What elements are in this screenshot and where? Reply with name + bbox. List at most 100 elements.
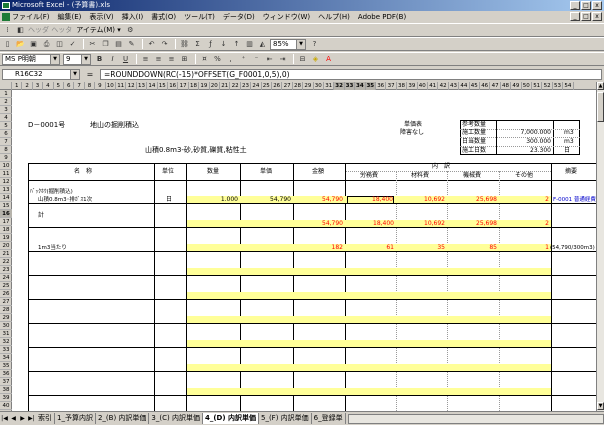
formula-input[interactable]: =ROUNDDOWN(RC(-15)*OFFSET(G_F0001,0,5),0… — [100, 69, 602, 80]
menu-view[interactable]: 表示(V) — [89, 12, 113, 22]
column-header[interactable]: 35 — [365, 82, 376, 90]
scroll-thumb[interactable] — [597, 92, 604, 122]
column-header[interactable]: 46 — [480, 82, 491, 90]
row-header[interactable]: 21 — [0, 250, 12, 258]
column-header[interactable]: 44 — [459, 82, 470, 90]
row-header[interactable]: 22 — [0, 258, 12, 266]
row-header[interactable]: 30 — [0, 322, 12, 330]
column-header[interactable]: 37 — [386, 82, 397, 90]
font-size-select[interactable]: 9 ▼ — [63, 53, 91, 65]
column-header[interactable]: 41 — [428, 82, 439, 90]
chevron-down-icon[interactable]: ▼ — [81, 54, 90, 64]
percent-button[interactable]: % — [212, 54, 223, 64]
column-header[interactable]: 17 — [178, 82, 189, 90]
menu-file[interactable]: ファイル(F) — [12, 12, 50, 22]
autosum-icon[interactable]: Σ — [192, 39, 203, 49]
merge-center-icon[interactable]: ⊞ — [179, 54, 190, 64]
row-header[interactable]: 39 — [0, 394, 12, 402]
column-header[interactable]: 19 — [199, 82, 210, 90]
row-header[interactable]: 2 — [0, 98, 12, 106]
column-header[interactable]: 51 — [532, 82, 543, 90]
font-select[interactable]: MS P明朝 ▼ — [2, 53, 60, 65]
help-icon[interactable]: ? — [309, 39, 320, 49]
sort-asc-icon[interactable]: ↓ — [218, 39, 229, 49]
tab-prev-icon[interactable]: ◀ — [9, 414, 18, 424]
tab-registered[interactable]: 6_登録単 — [312, 413, 346, 424]
align-right-icon[interactable]: ≡ — [166, 54, 177, 64]
column-header[interactable]: 36 — [376, 82, 387, 90]
column-header[interactable]: 34 — [355, 82, 366, 90]
row-header[interactable]: 3 — [0, 106, 12, 114]
column-header[interactable]: 12 — [126, 82, 137, 90]
column-header[interactable]: 50 — [522, 82, 532, 90]
menu-edit[interactable]: 編集(E) — [58, 12, 82, 22]
row-header[interactable]: 12 — [0, 178, 12, 186]
tab-last-icon[interactable]: ▶| — [27, 414, 36, 424]
column-header[interactable]: 38 — [397, 82, 408, 90]
column-header[interactable]: 22 — [230, 82, 241, 90]
copy-icon[interactable]: ❐ — [100, 39, 111, 49]
column-header[interactable]: 27 — [282, 82, 293, 90]
column-header[interactable]: 53 — [553, 82, 564, 90]
column-header[interactable]: 15 — [158, 82, 168, 90]
drawing-icon[interactable]: ◭ — [257, 39, 268, 49]
column-header[interactable]: 45 — [470, 82, 480, 90]
column-header[interactable]: 29 — [303, 82, 314, 90]
tab-index[interactable]: 索引 — [36, 413, 55, 424]
excel-app-icon[interactable] — [2, 2, 10, 9]
row-header[interactable]: 1 — [0, 90, 12, 98]
vertical-scrollbar[interactable]: ▲ ▼ — [596, 82, 604, 411]
tab-c-price[interactable]: 3_(C) 内訳単価 — [149, 413, 203, 424]
menu-window[interactable]: ウィンドウ(W) — [263, 12, 310, 22]
chevron-down-icon[interactable]: ▼ — [50, 54, 59, 64]
column-header[interactable]: 52 — [542, 82, 553, 90]
menu-data[interactable]: データ(D) — [223, 12, 255, 22]
name-box[interactable]: R16C32 ▼ — [2, 69, 80, 80]
print-preview-icon[interactable]: ◫ — [54, 39, 65, 49]
column-header[interactable]: 31 — [324, 82, 335, 90]
column-header[interactable]: 4 — [43, 82, 54, 90]
column-header[interactable]: 30 — [314, 82, 324, 90]
row-header[interactable]: 8 — [0, 146, 12, 154]
settings-icon[interactable]: ⚙ — [125, 25, 136, 35]
column-header[interactable]: 10 — [106, 82, 116, 90]
row-header[interactable]: 29 — [0, 314, 12, 322]
column-header[interactable]: 39 — [407, 82, 418, 90]
active-cell[interactable]: 18,400 — [347, 196, 394, 204]
tab-d-price[interactable]: 4_(D) 内訳単価 — [202, 413, 259, 424]
doc-minimize-button[interactable]: _ — [570, 12, 580, 21]
row-header[interactable]: 7 — [0, 138, 12, 146]
row-header[interactable]: 19 — [0, 234, 12, 242]
column-header[interactable]: 42 — [438, 82, 449, 90]
fill-color-icon[interactable]: ◈ — [310, 54, 321, 64]
column-header[interactable]: 32 — [334, 82, 345, 90]
italic-button[interactable]: I — [107, 54, 118, 64]
menu-format[interactable]: 書式(O) — [151, 12, 176, 22]
column-header[interactable]: 6 — [64, 82, 75, 90]
row-header[interactable]: 18 — [0, 226, 12, 234]
formula-equals-icon[interactable]: = — [80, 70, 100, 79]
select-all-corner[interactable] — [0, 82, 12, 90]
hyperlink-icon[interactable]: ⛓ — [179, 39, 190, 49]
save-icon[interactable]: ▣ — [28, 39, 39, 49]
print-icon[interactable]: ⎙ — [41, 39, 52, 49]
row-header[interactable]: 32 — [0, 338, 12, 346]
menu-help[interactable]: ヘルプ(H) — [318, 12, 350, 22]
scroll-down-icon[interactable]: ▼ — [597, 402, 604, 410]
row-header[interactable]: 20 — [0, 242, 12, 250]
minimize-button[interactable]: _ — [570, 1, 580, 10]
chart-wizard-icon[interactable]: ▥ — [244, 39, 255, 49]
menu-tools[interactable]: ツール(T) — [184, 12, 215, 22]
column-header[interactable]: 26 — [272, 82, 283, 90]
open-icon[interactable]: 📂 — [15, 39, 26, 49]
column-header[interactable]: 33 — [344, 82, 356, 90]
menu-insert[interactable]: 挿入(I) — [122, 12, 144, 22]
increase-decimal-icon[interactable]: ⁺ — [238, 54, 249, 64]
row-header[interactable]: 37 — [0, 378, 12, 386]
paste-icon[interactable]: ▤ — [113, 39, 124, 49]
row-header[interactable]: 36 — [0, 370, 12, 378]
font-color-icon[interactable]: A — [323, 54, 334, 64]
function-icon[interactable]: ƒ — [205, 39, 216, 49]
tab-next-icon[interactable]: ▶ — [18, 414, 27, 424]
record-icon[interactable]: ◧ — [15, 25, 26, 35]
